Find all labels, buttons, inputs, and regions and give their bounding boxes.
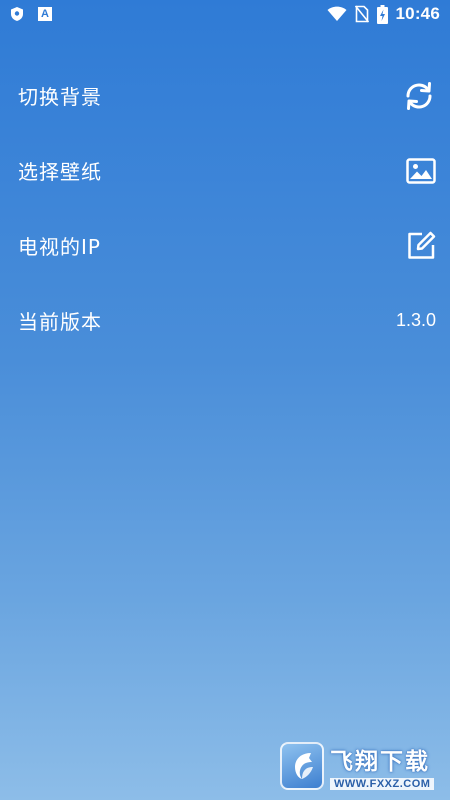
watermark-logo-icon bbox=[280, 742, 324, 790]
watermark-text: 飞翔下载 WWW.FXXZ.COM bbox=[330, 742, 435, 790]
setting-label: 选择壁纸 bbox=[18, 160, 102, 184]
status-bar: A 10:46 bbox=[0, 0, 450, 28]
setting-choose-wallpaper[interactable]: 选择壁纸 bbox=[0, 133, 450, 208]
refresh-icon[interactable] bbox=[402, 79, 436, 113]
status-bar-left: A bbox=[10, 6, 52, 22]
watermark-title: 飞翔下载 bbox=[330, 749, 430, 775]
setting-label: 电视的IP bbox=[18, 235, 101, 259]
edit-icon[interactable] bbox=[406, 231, 436, 261]
setting-tv-ip[interactable]: 电视的IP bbox=[0, 208, 450, 283]
status-bar-right: 10:46 bbox=[327, 4, 440, 24]
watermark: 飞翔下载 WWW.FXXZ.COM bbox=[280, 738, 440, 794]
shield-icon bbox=[10, 6, 24, 22]
setting-switch-background[interactable]: 切换背景 bbox=[0, 58, 450, 133]
battery-charging-icon bbox=[376, 4, 388, 24]
wifi-icon bbox=[327, 6, 347, 22]
watermark-url: WWW.FXXZ.COM bbox=[330, 778, 435, 790]
app-a-icon: A bbox=[38, 7, 52, 21]
setting-label: 当前版本 bbox=[18, 310, 102, 334]
version-value: 1.3.0 bbox=[395, 310, 436, 330]
status-time: 10:46 bbox=[395, 4, 440, 23]
image-icon[interactable] bbox=[406, 157, 436, 184]
setting-current-version: 当前版本 1.3.0 bbox=[0, 283, 450, 358]
settings-list: 切换背景 选择壁纸 电视的IP 当前版本 1.3.0 bbox=[0, 58, 450, 358]
no-sim-icon bbox=[354, 5, 369, 23]
setting-label: 切换背景 bbox=[18, 85, 102, 109]
